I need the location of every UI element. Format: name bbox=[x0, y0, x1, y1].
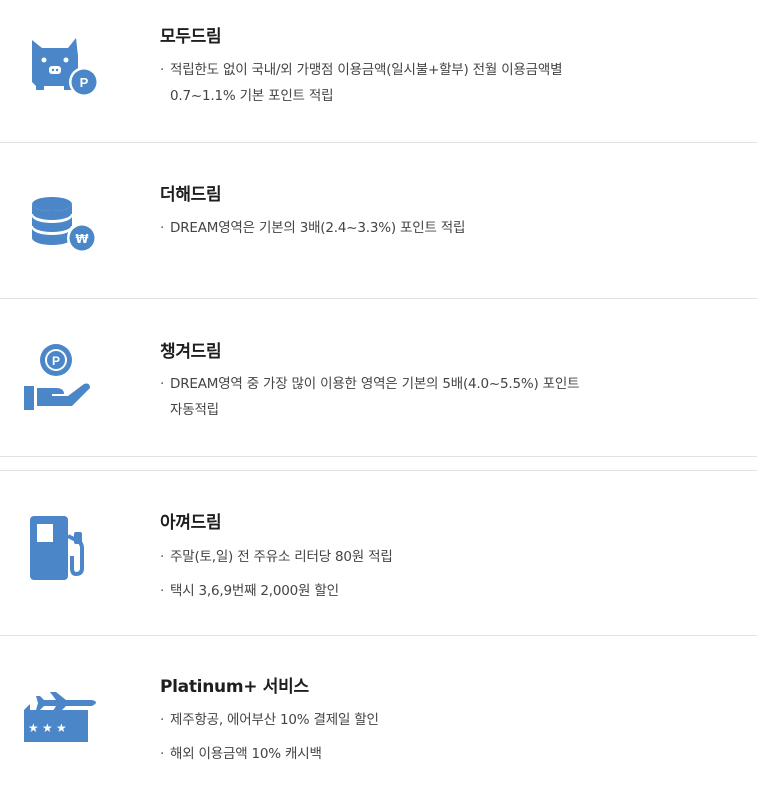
fuel-pump-icon bbox=[20, 512, 104, 596]
divider bbox=[0, 298, 757, 299]
svg-text:★: ★ bbox=[42, 721, 53, 735]
bullet-dot: · bbox=[160, 712, 165, 728]
benefit-line-continuation: 0.7~1.1% 기본 포인트 적립 bbox=[170, 88, 334, 104]
svg-text:P: P bbox=[52, 354, 60, 368]
divider bbox=[0, 470, 757, 471]
benefit-text: DREAM영역 중 가장 많이 이용한 영역은 기본의 5배(4.0~5.5%)… bbox=[170, 376, 580, 392]
bullet-dot: · bbox=[160, 746, 165, 762]
svg-text:★: ★ bbox=[28, 721, 39, 735]
benefit-text: 제주항공, 에어부산 10% 결제일 할인 bbox=[170, 712, 379, 728]
benefit-line: · 해외 이용금액 10% 캐시백 bbox=[160, 742, 322, 767]
bullet-dot: · bbox=[160, 220, 165, 236]
benefit-line: · 주말(토,일) 전 주유소 리터당 80원 적립 bbox=[160, 545, 393, 570]
svg-text:★: ★ bbox=[56, 721, 67, 735]
airplane-ticket-icon: ★ ★ ★ bbox=[20, 682, 104, 766]
hand-coin-icon: P bbox=[20, 340, 104, 424]
divider bbox=[0, 456, 757, 457]
benefit-line-continuation: 자동적립 bbox=[170, 402, 219, 418]
benefit-text: 해외 이용금액 10% 캐시백 bbox=[170, 746, 322, 762]
benefit-line: · DREAM영역은 기본의 3배(2.4~3.3%) 포인트 적립 bbox=[160, 216, 465, 241]
benefit-line: · 택시 3,6,9번째 2,000원 할인 bbox=[160, 579, 339, 604]
svg-text:₩: ₩ bbox=[75, 232, 89, 246]
benefit-text: 적립한도 없이 국내/외 가맹점 이용금액(일시불+할부) 전월 이용금액별 bbox=[170, 62, 563, 78]
piggy-point-icon: P bbox=[20, 26, 104, 110]
benefit-title: 더해드림 bbox=[160, 185, 222, 205]
benefit-line: · 제주항공, 에어부산 10% 결제일 할인 bbox=[160, 708, 379, 733]
bullet-dot: · bbox=[160, 62, 165, 78]
benefit-text: DREAM영역은 기본의 3배(2.4~3.3%) 포인트 적립 bbox=[170, 220, 466, 236]
benefit-title: 챙겨드림 bbox=[160, 342, 222, 362]
benefit-title: 모두드림 bbox=[160, 27, 222, 47]
bullet-dot: · bbox=[160, 549, 165, 565]
benefit-title: 아껴드림 bbox=[160, 513, 222, 533]
benefit-text: 택시 3,6,9번째 2,000원 할인 bbox=[170, 583, 339, 599]
svg-text:P: P bbox=[80, 75, 89, 90]
benefit-title: Platinum+ 서비스 bbox=[160, 677, 309, 697]
benefit-line: · DREAM영역 중 가장 많이 이용한 영역은 기본의 5배(4.0~5.5%… bbox=[160, 372, 580, 397]
benefit-text: 주말(토,일) 전 주유소 리터당 80원 적립 bbox=[170, 549, 393, 565]
bullet-dot: · bbox=[160, 376, 165, 392]
divider bbox=[0, 142, 757, 143]
divider bbox=[0, 635, 757, 636]
coin-stack-won-icon: ₩ bbox=[20, 188, 104, 272]
benefit-line: · 적립한도 없이 국내/외 가맹점 이용금액(일시불+할부) 전월 이용금액별 bbox=[160, 58, 563, 83]
bullet-dot: · bbox=[160, 583, 165, 599]
